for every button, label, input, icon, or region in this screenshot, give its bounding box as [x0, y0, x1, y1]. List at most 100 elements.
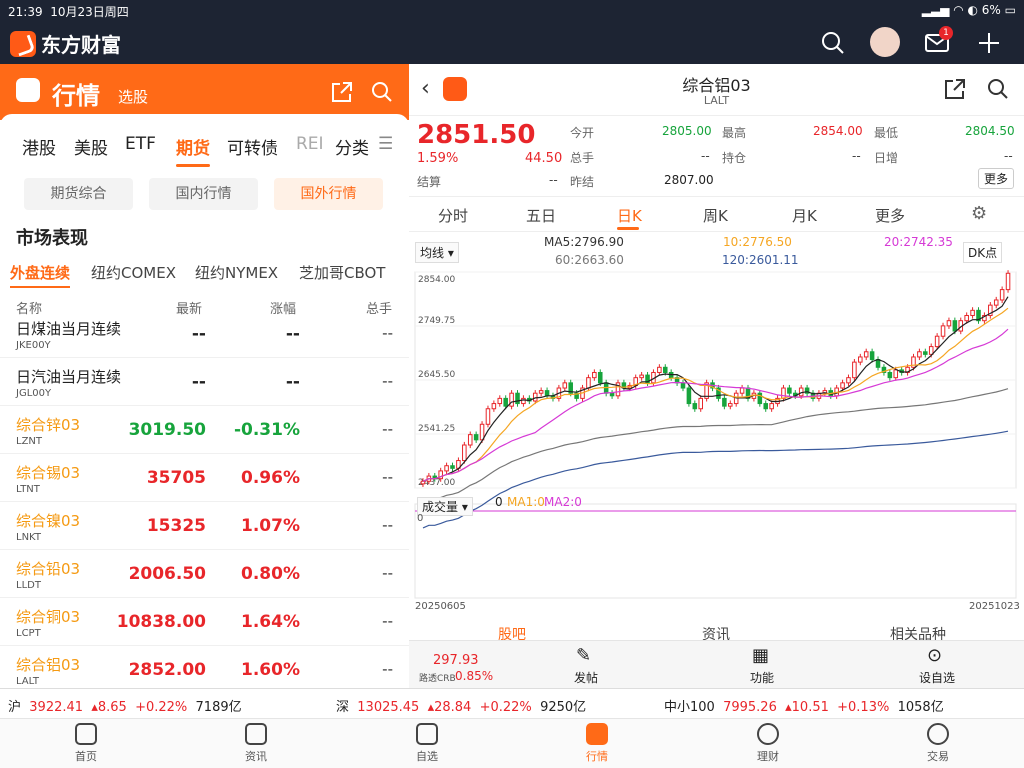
post-button[interactable]: 发帖	[574, 669, 598, 686]
logo-icon	[16, 78, 40, 102]
y-tick-label: 2541.25	[418, 424, 455, 434]
tab-us[interactable]: 美股	[74, 134, 108, 159]
list-item[interactable]: 综合铝03 LALT 2852.00 1.60% --	[0, 646, 409, 694]
tab-etf[interactable]: ETF	[125, 134, 156, 154]
seg-foreign[interactable]: 国外行情	[274, 178, 383, 210]
subtab-cbot[interactable]: 芝加哥CBOT	[299, 262, 385, 283]
post-icon[interactable]: ✎	[576, 645, 591, 666]
tab-category[interactable]: 分类	[335, 134, 369, 159]
action-bar: 297.93 路透CRB 0.85% ✎ 发帖 ▦ 功能 ⊙ 设自选	[409, 640, 1024, 688]
seg-domestic[interactable]: 国内行情	[149, 178, 258, 210]
item-code: LZNT	[16, 436, 43, 447]
menu-icon[interactable]: ☰	[378, 134, 393, 154]
stock-picker-link[interactable]: 选股	[118, 86, 148, 107]
nav-wealth[interactable]: 理财	[738, 723, 798, 764]
volume-select[interactable]: 成交量 ▾	[417, 497, 473, 516]
logo-icon	[10, 30, 36, 57]
tab-intraday[interactable]: 分时	[438, 205, 468, 226]
y-tick-label: 2854.00	[418, 275, 455, 285]
market-tabs: 港股 美股 ETF 期货 可转债 REI 分类 ☰	[0, 134, 409, 170]
function-icon[interactable]: ▦	[752, 645, 769, 666]
list-item[interactable]: 综合锡03 LTNT 35705 0.96% --	[0, 454, 409, 502]
more-dots-icon[interactable]: ⊙	[927, 645, 942, 666]
market-panel: 港股 美股 ETF 期货 可转债 REI 分类 ☰ 期货综合 国内行情 国外行情…	[0, 114, 409, 694]
item-name: 综合锌03	[16, 416, 81, 434]
subtab-comex[interactable]: 纽约COMEX	[91, 262, 176, 283]
share-icon[interactable]	[330, 80, 354, 104]
status-bar: 21:39 10月23日周四 ▂▃▅ ◠ ◐ 6% ▭	[0, 0, 1024, 20]
candle-body	[639, 374, 644, 379]
search-icon[interactable]	[820, 30, 846, 56]
function-button[interactable]: 功能	[750, 669, 774, 686]
detail-bottom-bar: 股吧 资讯 相关品种 297.93 路透CRB 0.85% ✎ 发帖 ▦ 功能 …	[409, 616, 1024, 688]
section-title: 市场表现	[16, 228, 88, 249]
dk-button[interactable]: DK点	[963, 242, 1003, 263]
index-sh[interactable]: 沪 3922.41 ▴8.65 +0.22% 7189亿	[8, 696, 242, 715]
tab-weekly-k[interactable]: 周K	[703, 205, 728, 226]
add-watchlist-button[interactable]: 设自选	[919, 669, 955, 686]
item-change: 0.96%	[241, 468, 300, 488]
tab-convertible[interactable]: 可转债	[227, 134, 278, 159]
kline-chart-area[interactable]: 2854.00 2749.75 2645.50 2541.25 2437.00 成交量 …	[409, 268, 1024, 616]
nav-watchlist[interactable]: 自选	[397, 723, 457, 764]
tab-reits[interactable]: REI	[296, 134, 324, 154]
item-change: 1.60%	[241, 660, 300, 680]
vol-zero: 0	[495, 495, 503, 509]
candle-body	[970, 309, 975, 317]
candle-body	[887, 371, 893, 379]
tab-more[interactable]: 更多	[875, 205, 905, 226]
plus-icon[interactable]	[976, 30, 1002, 56]
wealth-icon	[757, 723, 779, 745]
search-icon[interactable]	[986, 77, 1010, 101]
item-price: --	[191, 324, 206, 344]
index-sme100[interactable]: 中小100 7995.26 ▴10.51 +0.13% 1058亿	[664, 696, 944, 715]
list-item[interactable]: 综合铅03 LLDT 2006.50 0.80% --	[0, 550, 409, 598]
tab-5day[interactable]: 五日	[526, 205, 556, 226]
candle-body	[592, 371, 597, 379]
candle-body	[698, 397, 703, 410]
nav-market[interactable]: 行情	[567, 723, 627, 764]
index-sz[interactable]: 深 13025.45 ▴28.84 +0.22% 9250亿	[336, 696, 586, 715]
subtab-nymex[interactable]: 纽约NYMEX	[195, 262, 278, 283]
candle-body	[521, 397, 526, 405]
share-icon[interactable]	[943, 77, 967, 101]
tab-monthly-k[interactable]: 月K	[792, 205, 817, 226]
avatar[interactable]	[870, 27, 900, 57]
candle-body	[680, 382, 686, 389]
seg-futures-overview[interactable]: 期货综合	[24, 178, 133, 210]
candle-body	[462, 444, 467, 462]
list-item[interactable]: 综合锌03 LZNT 3019.50 -0.31% --	[0, 406, 409, 454]
bottom-nav: 首页 资讯 自选 行情 理财 交易	[0, 718, 1024, 768]
subtab-foreign-continuous[interactable]: 外盘连续	[10, 262, 70, 283]
tab-futures[interactable]: 期货	[176, 134, 210, 159]
list-item[interactable]: 日汽油当月连续 JGL00Y -- -- --	[0, 358, 409, 406]
home-icon	[75, 723, 97, 745]
list-item[interactable]: 综合铜03 LCPT 10838.00 1.64% --	[0, 598, 409, 646]
nav-trade[interactable]: 交易	[908, 723, 968, 764]
tab-daily-k[interactable]: 日K	[617, 205, 642, 226]
candle-body	[863, 351, 869, 358]
tab-hk[interactable]: 港股	[22, 134, 56, 159]
candle-body	[686, 387, 692, 405]
instrument-code: LALT	[703, 94, 730, 107]
candle-body	[769, 403, 774, 410]
settings-icon[interactable]: ⚙	[971, 203, 987, 224]
y-tick-label: 2645.50	[418, 370, 455, 380]
list-item[interactable]: 日煤油当月连续 JKE00Y -- -- --	[0, 310, 409, 358]
crb-label: 路透CRB	[419, 674, 456, 684]
date-start: 20250605	[415, 601, 466, 612]
oi-label: 持仓	[722, 151, 747, 165]
item-change: 1.64%	[241, 612, 300, 632]
candle-body	[993, 299, 999, 306]
instrument-title: 综合铝03	[682, 76, 751, 95]
daily-label: 日增	[874, 151, 899, 165]
candle-body	[503, 397, 508, 407]
sub-tabs: 外盘连续 纽约COMEX 纽约NYMEX 芝加哥CBOT	[0, 262, 409, 292]
ma-select[interactable]: 均线 ▾	[415, 242, 459, 263]
nav-home[interactable]: 首页	[56, 723, 116, 764]
settle-label: 结算	[417, 175, 442, 189]
list-item[interactable]: 综合镍03 LNKT 15325 1.07% --	[0, 502, 409, 550]
more-button[interactable]: 更多	[977, 168, 1014, 189]
nav-news[interactable]: 资讯	[226, 723, 286, 764]
search-icon[interactable]	[370, 80, 394, 104]
